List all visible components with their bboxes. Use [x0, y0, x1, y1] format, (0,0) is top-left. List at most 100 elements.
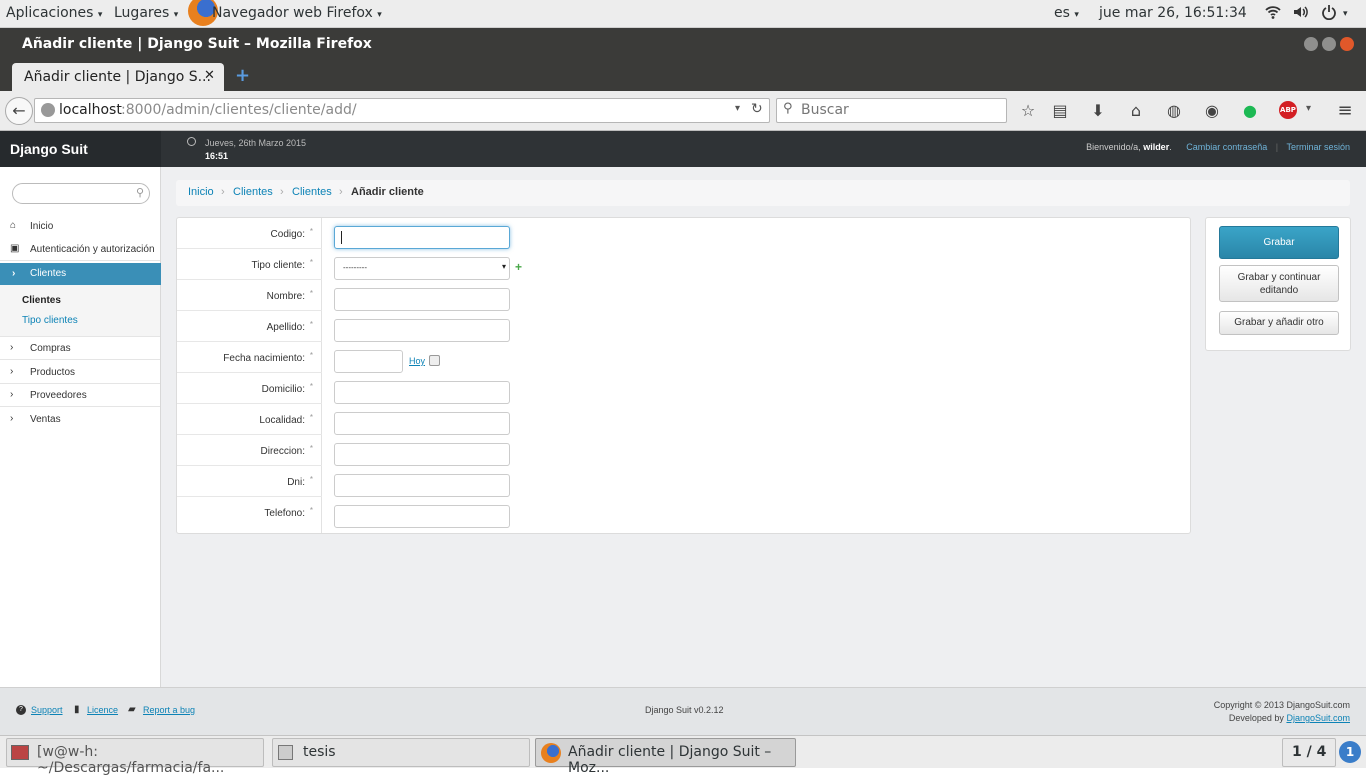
- bookmark-star-icon[interactable]: ☆: [1018, 101, 1038, 121]
- required-mark: *: [309, 413, 313, 422]
- places-menu[interactable]: Lugares ▾: [114, 5, 178, 21]
- search-bar[interactable]: ⚲ Buscar: [776, 98, 1007, 123]
- gnome-top-bar: Aplicaciones ▾ Lugares ▾ Navegador web F…: [0, 0, 1366, 28]
- language-selector[interactable]: es ▾: [1054, 5, 1079, 21]
- submenu-item-clientes[interactable]: Clientes: [22, 295, 61, 306]
- tipo-cliente-select[interactable]: --------- ▾: [334, 257, 510, 280]
- close-tab-icon[interactable]: ✕: [204, 68, 215, 83]
- add-tipo-cliente-icon[interactable]: +: [515, 260, 522, 274]
- maximize-button[interactable]: [1322, 37, 1336, 51]
- task-tesis[interactable]: tesis: [272, 738, 530, 767]
- field-row-codigo: Codigo: *: [177, 218, 322, 249]
- sidebar-item-inicio[interactable]: ⌂ Inicio: [0, 215, 160, 238]
- sidebar-item-proveedores[interactable]: › Proveedores: [0, 384, 160, 407]
- new-tab-button[interactable]: +: [235, 65, 250, 86]
- sidebar-item-clientes[interactable]: › Clientes: [0, 263, 169, 285]
- task-terminal[interactable]: [w@w-h: ~/Descargas/farmacia/fa...: [6, 738, 264, 776]
- apellido-input[interactable]: [334, 319, 510, 342]
- codigo-input[interactable]: [334, 226, 510, 249]
- sidebar-item-productos[interactable]: › Productos: [0, 361, 160, 384]
- report-bug-link[interactable]: Report a bug: [143, 705, 195, 715]
- sidebar: ⚲ ⌂ Inicio ▣ Autenticación y autorizació…: [0, 167, 169, 687]
- active-app-label: Navegador web Firefox: [212, 5, 373, 21]
- sidebar-item-compras[interactable]: › Compras: [0, 337, 160, 360]
- fecha-nacimiento-input[interactable]: [334, 350, 403, 373]
- applications-menu[interactable]: Aplicaciones ▾: [6, 5, 102, 21]
- sidebar-item-label: Ventas: [30, 414, 61, 425]
- dropdown-arrow-icon[interactable]: ▾: [735, 103, 740, 114]
- direccion-input[interactable]: [334, 443, 510, 466]
- home-icon[interactable]: ⌂: [1126, 101, 1146, 121]
- url-path: :8000/admin/clientes/cliente/add/: [121, 102, 357, 118]
- adblock-plus-icon[interactable]: ABP: [1279, 101, 1297, 119]
- breadcrumb-separator: ›: [221, 186, 225, 198]
- chevron-down-icon[interactable]: ▾: [1343, 9, 1348, 19]
- reload-icon[interactable]: ↻: [751, 101, 763, 117]
- chevron-down-icon: ▾: [501, 262, 506, 271]
- licence-link[interactable]: Licence: [87, 705, 118, 715]
- document-icon: [278, 745, 293, 760]
- developed-by-link[interactable]: DjangoSuit.com: [1286, 713, 1350, 723]
- field-label: Telefono:: [264, 508, 305, 519]
- chevron-right-icon: ›: [10, 413, 14, 424]
- calendar-icon[interactable]: [429, 355, 440, 366]
- telefono-input[interactable]: [334, 505, 510, 528]
- field-row-localidad: Localidad: *: [177, 404, 322, 435]
- web-icon[interactable]: ◍: [1164, 101, 1184, 121]
- bookmarks-list-icon[interactable]: ▤: [1050, 101, 1070, 121]
- download-icon[interactable]: ⬇: [1088, 101, 1108, 121]
- nombre-input[interactable]: [334, 288, 510, 311]
- task-firefox[interactable]: Añadir cliente | Django Suit – Moz...: [535, 738, 796, 776]
- chevron-down-icon[interactable]: ▾: [1306, 103, 1311, 114]
- active-app-menu[interactable]: Navegador web Firefox ▾: [212, 5, 382, 21]
- chevron-right-icon: ›: [10, 366, 14, 377]
- save-button[interactable]: Grabar: [1219, 226, 1339, 259]
- domicilio-input[interactable]: [334, 381, 510, 404]
- power-icon[interactable]: [1321, 4, 1337, 24]
- sidebar-item-ventas[interactable]: › Ventas: [0, 408, 160, 431]
- field-label: Apellido:: [266, 322, 305, 333]
- submenu-item-tipo-clientes[interactable]: Tipo clientes: [22, 315, 78, 326]
- wifi-icon[interactable]: [1265, 4, 1281, 24]
- footer: ? Support ▮ Licence ▰ Report a bug Djang…: [0, 687, 1366, 735]
- chat-icon[interactable]: ◉: [1202, 101, 1222, 121]
- save-add-another-button[interactable]: Grabar y añadir otro: [1219, 311, 1339, 335]
- today-link[interactable]: Hoy: [409, 356, 425, 366]
- clock[interactable]: jue mar 26, 16:51:34: [1099, 5, 1247, 21]
- localidad-input[interactable]: [334, 412, 510, 435]
- workspace-switcher[interactable]: 1 / 4: [1282, 738, 1336, 767]
- language-label: es: [1054, 5, 1070, 21]
- url-bar[interactable]: localhost :8000/admin/clientes/cliente/a…: [34, 98, 770, 123]
- sidebar-search-input[interactable]: ⚲: [12, 183, 150, 204]
- hamburger-menu-icon[interactable]: ≡: [1335, 101, 1355, 121]
- field-row-fecha-nacimiento: Fecha nacimiento: *: [177, 342, 322, 373]
- select-value: ---------: [343, 263, 367, 272]
- back-button[interactable]: ←: [5, 97, 33, 125]
- question-icon: ?: [16, 705, 26, 715]
- field-label: Direccion:: [260, 446, 305, 457]
- breadcrumb-app[interactable]: Clientes: [233, 186, 273, 198]
- username: wilder: [1143, 142, 1170, 152]
- search-placeholder: Buscar: [801, 102, 849, 118]
- sidebar-item-auth[interactable]: ▣ Autenticación y autorización: [0, 238, 160, 261]
- support-link[interactable]: Support: [31, 705, 63, 715]
- volume-icon[interactable]: [1292, 4, 1308, 24]
- browser-tab-bar: Añadir cliente | Django S... ✕ +: [0, 60, 1366, 91]
- change-password-link[interactable]: Cambiar contraseña: [1186, 142, 1267, 152]
- whatsapp-icon[interactable]: ●: [1240, 101, 1260, 121]
- main-content: Inicio › Clientes › Clientes › Añadir cl…: [161, 167, 1366, 687]
- dni-input[interactable]: [334, 474, 510, 497]
- field-label: Dni:: [287, 477, 305, 488]
- logout-link[interactable]: Terminar sesión: [1286, 142, 1350, 152]
- globe-icon: [41, 103, 55, 117]
- brand-title[interactable]: Django Suit: [10, 141, 88, 157]
- required-mark: *: [309, 475, 313, 484]
- close-window-button[interactable]: [1340, 37, 1354, 51]
- breadcrumb-home[interactable]: Inicio: [188, 186, 214, 198]
- browser-tab[interactable]: Añadir cliente | Django S... ✕: [12, 63, 224, 91]
- minimize-button[interactable]: [1304, 37, 1318, 51]
- save-continue-button[interactable]: Grabar y continuar editando: [1219, 265, 1339, 302]
- breadcrumb-model[interactable]: Clientes: [292, 186, 332, 198]
- notification-badge[interactable]: 1: [1339, 741, 1361, 763]
- window-titlebar: Añadir cliente | Django Suit – Mozilla F…: [0, 28, 1366, 60]
